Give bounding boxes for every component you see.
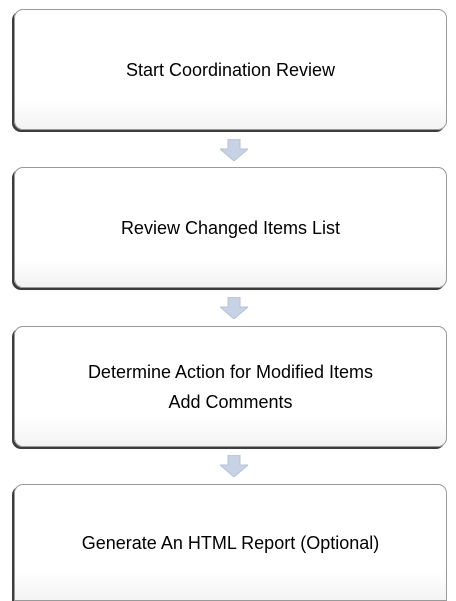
step-label: Determine Action for Modified Items	[87, 361, 374, 382]
down-arrow-icon	[220, 455, 248, 477]
step-determine-action: Determine Action for Modified Items Add …	[14, 326, 447, 447]
step-start-coordination-review: Start Coordination Review	[14, 9, 447, 130]
step-review-changed-items: Review Changed Items List	[14, 167, 447, 288]
step-label: Generate An HTML Report (Optional)	[81, 532, 380, 553]
step-label: Review Changed Items List	[120, 217, 341, 238]
step-label: Start Coordination Review	[125, 59, 336, 80]
step-sublabel: Add Comments	[168, 391, 293, 412]
step-generate-html-report: Generate An HTML Report (Optional)	[14, 484, 447, 601]
down-arrow-icon	[220, 297, 248, 319]
down-arrow-icon	[220, 139, 248, 161]
